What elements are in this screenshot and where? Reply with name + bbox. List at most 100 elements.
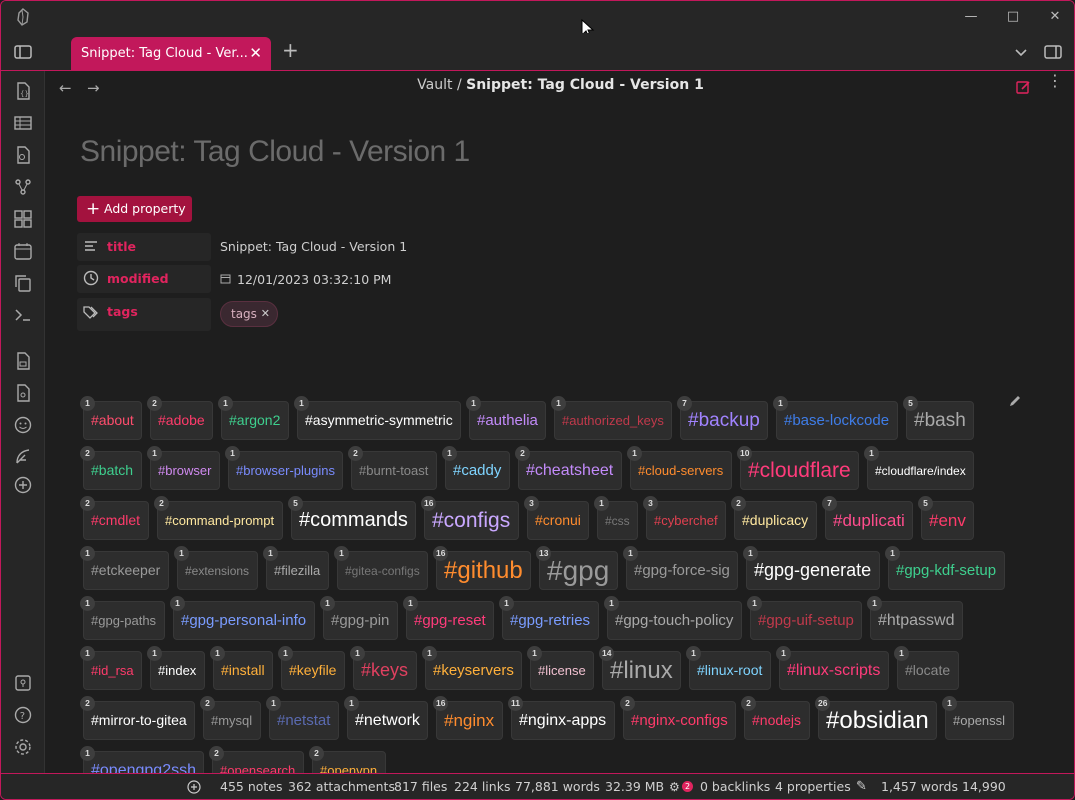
tag-cloud-item[interactable]: #openssl 1 [942,696,1014,740]
tag-cloud-item[interactable]: #duplicacy 2 [731,496,817,540]
tag-cloud-item[interactable]: #commands 5 [288,496,416,540]
right-sidebar-toggle-icon[interactable] [1043,42,1063,62]
property-title-key[interactable]: title [77,233,211,261]
table-icon[interactable] [13,113,33,133]
tag-cloud-item[interactable]: #backup 7 [677,396,768,440]
tab-active-note[interactable]: Snippet: Tag Cloud - Ver... ✕ [71,37,271,71]
tag-cloud-item[interactable]: #gpg-personal-info 1 [170,596,315,640]
tag-cloud-item[interactable]: #gpg-uif-setup 1 [747,596,862,640]
add-circle-icon[interactable] [13,475,33,495]
chevron-down-icon[interactable] [1011,42,1031,62]
tag-cloud-item[interactable]: #batch 2 [80,446,142,490]
tag-cloud-item[interactable]: #base-lockcode 1 [773,396,898,440]
tag-cloud-item[interactable]: #cloudflare 10 [737,446,859,490]
tag-cloud-item[interactable]: #keyfile 1 [278,646,345,690]
tag-cloud-item[interactable]: #linux 14 [599,646,681,690]
tag-cloud-item[interactable]: #gitea-configs 1 [334,546,428,590]
graph-view-icon[interactable] [13,177,33,197]
breadcrumb-current[interactable]: Snippet: Tag Cloud - Version 1 [466,77,704,93]
property-tags-key[interactable]: tags [77,298,211,331]
lock-file-icon[interactable] [13,383,33,403]
tag-cloud-item[interactable]: #mysql 2 [200,696,261,740]
help-icon[interactable]: ? [13,705,33,725]
tag-cloud-item[interactable]: #browser 1 [147,446,220,490]
tag-cloud-item[interactable]: #authorized_keys 1 [551,396,672,440]
tag-cloud-item[interactable]: #mirror-to-gitea 2 [80,696,195,740]
tag-cloud-item[interactable]: #license 1 [527,646,594,690]
tag-cloud-item[interactable]: #linux-root 1 [686,646,771,690]
tag-cloud-item[interactable]: #gpg 13 [536,546,618,590]
tag-cloud-item[interactable]: #gpg-force-sig 1 [623,546,738,590]
tag-cloud-item[interactable]: #gpg-reset 1 [403,596,494,640]
more-options-icon[interactable]: ⋮ [1047,73,1063,89]
property-value-title[interactable]: Snippet: Tag Cloud - Version 1 [220,239,407,254]
tag-cloud-item[interactable]: #gpg-touch-policy 1 [604,596,742,640]
sync-add-icon[interactable] [187,780,201,794]
tag-cloud-item[interactable]: #command-prompt 2 [154,496,283,540]
calendar-icon[interactable] [13,241,33,261]
property-modified-key[interactable]: modified [77,265,211,293]
tag-cloud-item[interactable]: #argon2 1 [218,396,289,440]
tag-cloud-item[interactable]: #netstat 1 [266,696,339,740]
tag-cloud-item[interactable]: #nginx-apps 11 [508,696,615,740]
tag-cloud-item[interactable]: #locate 1 [894,646,959,690]
tag-cloud-item[interactable]: #cloud-servers 1 [627,446,732,490]
tag-cloud-item[interactable]: #openvpn 2 [309,746,386,773]
tag-cloud-item[interactable]: #htpasswd 1 [867,596,963,640]
tag-cloud-item[interactable]: #asymmetric-symmetric 1 [294,396,461,440]
maximize-button[interactable]: □ [1002,7,1024,27]
tag-cloud-item[interactable]: #css 1 [594,496,638,540]
sidebar-toggle-icon[interactable] [13,42,33,62]
tag-cloud-item[interactable]: #linux-scripts 1 [776,646,889,690]
tag-cloud-item[interactable]: #cmdlet 2 [80,496,149,540]
tag-cloud-item[interactable]: #etckeeper 1 [80,546,169,590]
tag-cloud-item[interactable]: #network 1 [344,696,428,740]
settings-gear-icon[interactable] [13,737,33,757]
tag-cloud-item[interactable]: #adobe 2 [147,396,213,440]
tag-cloud-item[interactable]: #about 1 [80,396,142,440]
tag-cloud-item[interactable]: #env 5 [918,496,974,540]
edit-pencil-icon[interactable]: ✎ [856,774,867,799]
vault-switch-icon[interactable] [13,673,33,693]
tag-cloud-item[interactable]: #duplicati 7 [822,496,913,540]
tag-cloud-item[interactable]: #obsidian 26 [815,696,937,740]
file-lock-icon[interactable] [13,351,33,371]
copy-icon[interactable] [13,273,33,293]
tag-pill[interactable]: tags ✕ [220,301,278,327]
tag-cloud-item[interactable]: #configs 16 [421,496,519,540]
tag-cloud-item[interactable]: #burnt-toast 2 [348,446,437,490]
tag-cloud-item[interactable]: #gpg-retries 1 [499,596,599,640]
tag-cloud-item[interactable]: #opensearch 2 [209,746,304,773]
window-close-button[interactable]: ✕ [1044,7,1066,27]
daily-note-icon[interactable]: {} [13,81,33,101]
tag-cloud-item[interactable]: #install 1 [210,646,273,690]
tag-cloud-item[interactable]: #bash 5 [903,396,974,440]
pencil-edit-icon[interactable] [1007,393,1023,409]
canvas-icon[interactable] [13,209,33,229]
tag-cloud-item[interactable]: #gpg-paths 1 [80,596,165,640]
tag-cloud-item[interactable]: #nodejs 2 [741,696,810,740]
smile-icon[interactable] [13,415,33,435]
terminal-icon[interactable] [13,305,33,325]
tab-close-button[interactable]: ✕ [249,37,262,70]
tag-cloud-item[interactable]: #gpg-kdf-setup 1 [885,546,1005,590]
feather-icon[interactable] [13,447,33,467]
tag-cloud-item[interactable]: #nginx 16 [433,696,503,740]
tag-cloud-item[interactable]: #index 1 [147,646,205,690]
tag-cloud-item[interactable]: #cyberchef 3 [643,496,726,540]
tag-cloud-item[interactable]: #keyservers 1 [422,646,522,690]
tag-cloud-item[interactable]: #github 16 [433,546,531,590]
tag-cloud-item[interactable]: #id_rsa 1 [80,646,142,690]
tag-cloud-item[interactable]: #cheatsheet 2 [515,446,622,490]
edit-mode-icon[interactable] [1015,79,1031,95]
tag-cloud-item[interactable]: #cloudflare/index 1 [864,446,974,490]
tag-remove-button[interactable]: ✕ [261,302,270,326]
tag-cloud-item[interactable]: #opengpg2ssh 1 [80,746,204,773]
tag-cloud-item[interactable]: #browser-plugins 1 [225,446,343,490]
tag-cloud-item[interactable]: #cronui 3 [524,496,589,540]
property-value-modified[interactable]: 12/01/2023 03:32:10 PM [237,272,391,287]
page-title[interactable]: Snippet: Tag Cloud - Version 1 [80,135,470,169]
tag-cloud-item[interactable]: #gpg-pin 1 [320,596,398,640]
plugin-icon[interactable]: ⚙ [669,774,680,799]
minimize-button[interactable]: — [960,7,982,27]
